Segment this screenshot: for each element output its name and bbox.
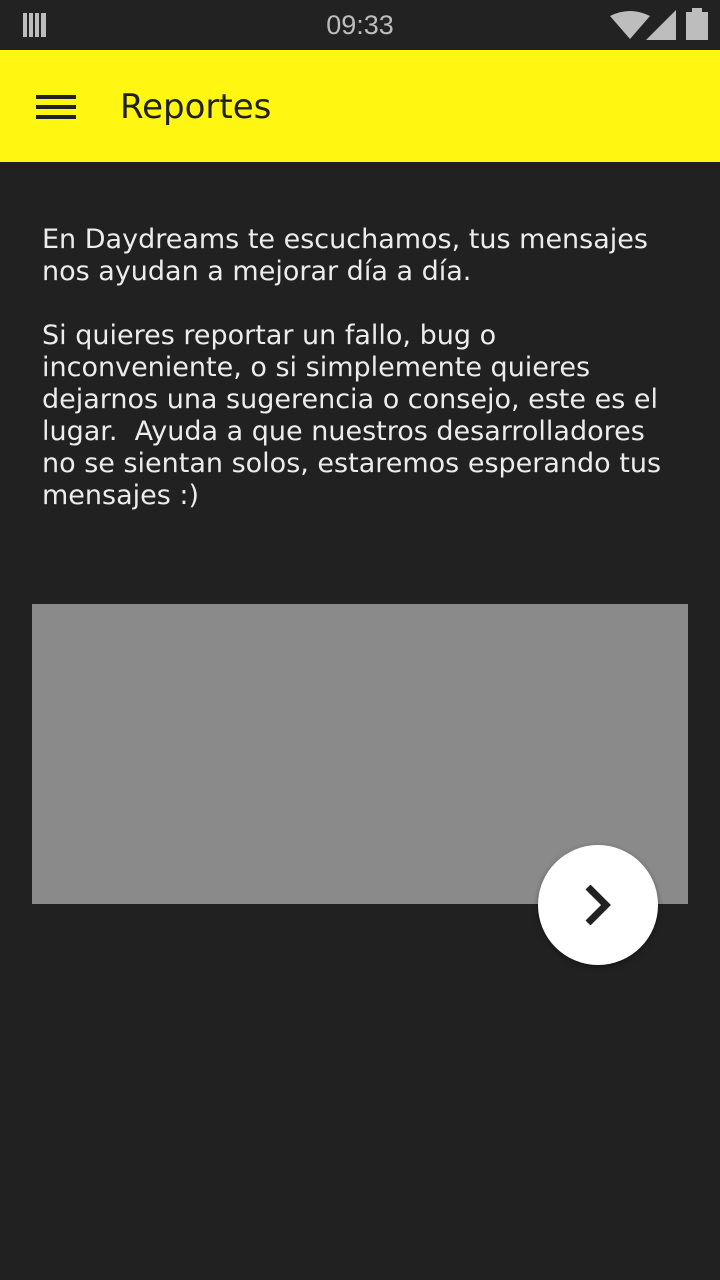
status-bar: 09:33	[0, 0, 720, 50]
app-bar	[0, 50, 720, 162]
page-title: Reportes	[120, 87, 272, 127]
battery-icon	[686, 8, 708, 40]
menu-icon[interactable]	[36, 95, 76, 119]
chevron-right-icon	[585, 885, 611, 925]
signal-icon	[646, 10, 676, 40]
send-button[interactable]	[538, 845, 658, 965]
wifi-icon	[610, 11, 650, 39]
intro-text: En Daydreams te escuchamos, tus mensajes…	[42, 224, 662, 511]
